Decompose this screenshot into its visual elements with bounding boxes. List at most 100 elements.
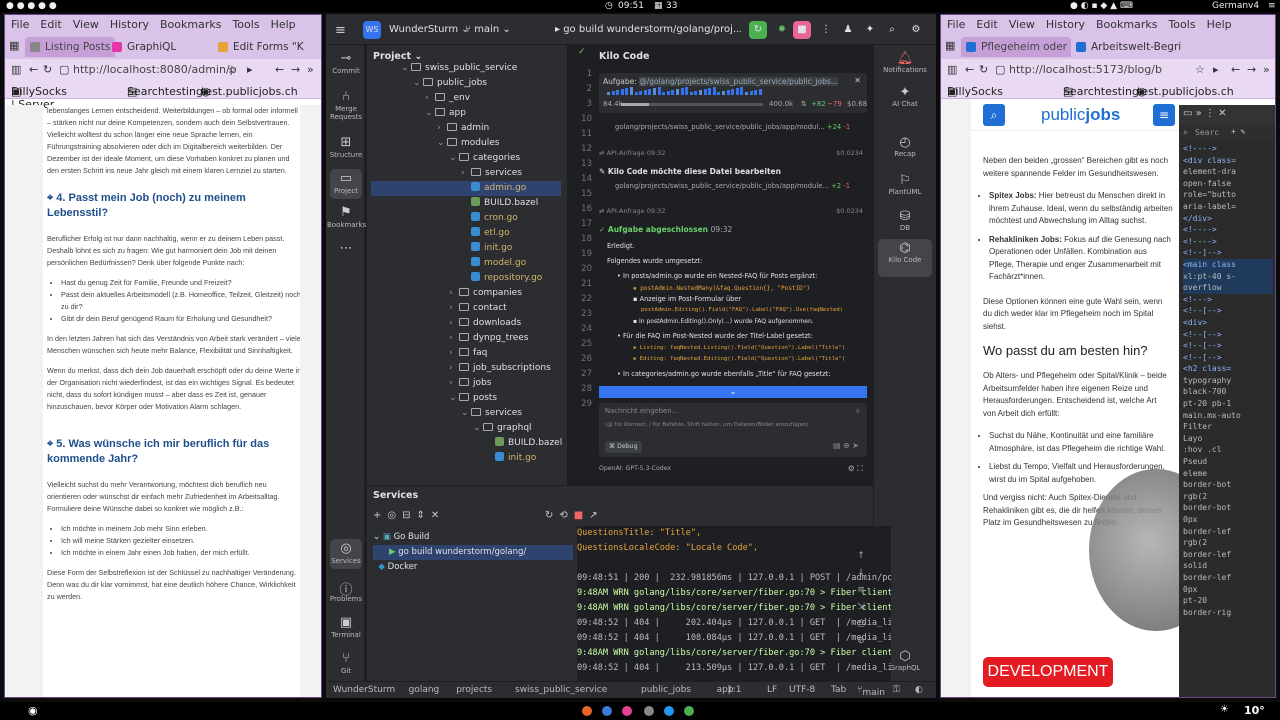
chevron-down-icon[interactable]: ⌄ [413,76,423,91]
dom-node[interactable]: <!--[--> [1183,329,1273,341]
tree-item-companies[interactable]: › companies [449,286,522,301]
chevron-down-icon[interactable]: ⌄ [425,106,435,121]
line-ending[interactable]: LF [767,685,777,695]
settings-gear-icon[interactable]: ⚙ [907,21,925,39]
menu-bookmarks[interactable]: Bookmarks [160,15,221,35]
dom-node[interactable]: border-lef [1183,549,1273,561]
chevron-right-icon[interactable]: › [449,301,459,316]
nav-back-icon[interactable]: ← [1231,63,1240,76]
reload-icon[interactable]: ↻ [43,63,52,76]
sidebar-problems[interactable]: ⓘ Problems [327,579,365,603]
tab-listing-posts[interactable]: Listing Posts - S [25,37,115,57]
chevron-down-icon[interactable]: ⌄ [473,421,483,436]
devtools-icons[interactable]: ▭ » ⋮ ✕ [1183,108,1226,120]
chevron-right-icon[interactable]: › [449,361,459,376]
tree-item-init-go[interactable]: init.go [485,451,536,466]
app-chat-icon[interactable] [664,706,674,716]
console-side-icons[interactable]: ↑ ↓ ≡ ⇲ ⎙ ⊘ [853,548,869,650]
back-icon[interactable]: ← [29,63,38,76]
dom-node[interactable]: <main class [1183,258,1273,271]
dom-node[interactable]: xl:pt-40 s- [1183,270,1273,283]
tree-item-init-go[interactable]: init.go [461,241,512,256]
page-info-icon[interactable]: ▢ [995,63,1005,76]
debug-icon[interactable]: ✹ [773,21,791,39]
tree-item-cron-go[interactable]: cron.go [461,211,518,226]
sidebar-terminal[interactable]: ▣ Terminal [327,615,365,639]
breadcrumb-swiss-public-service[interactable]: swiss_public_service [515,685,607,695]
breadcrumb-golang[interactable]: golang [409,685,440,695]
dom-node[interactable]: element-dra [1183,166,1273,178]
menu-bookmarks[interactable]: Bookmarks [1096,15,1157,35]
hamburger-icon[interactable]: ≡ [335,23,346,38]
file-diff-1[interactable]: golang/projects/swiss_public_service/pub… [615,123,865,131]
start-icon[interactable]: ◉ [28,704,38,717]
dom-node[interactable]: Layo [1183,433,1273,445]
chevron-right-icon[interactable]: › [449,376,459,391]
chevron-down-icon[interactable]: ⌄ [401,61,411,76]
overflow-icon[interactable]: » [307,63,314,76]
devtools-search[interactable]: ⌕ Searc + ✎ [1179,125,1275,141]
dom-node[interactable]: open-false [1183,178,1273,190]
dom-node[interactable]: <!----> [1183,224,1273,236]
tree-item--env[interactable]: › _env [425,91,470,106]
dom-node[interactable]: Filter [1183,421,1273,433]
tree-item-posts[interactable]: ⌄ posts [449,391,497,406]
bookmark-star-icon[interactable]: ☆ [1195,63,1205,76]
dom-node[interactable]: :hov .cl [1183,444,1273,456]
tree-item-app[interactable]: ⌄ app [425,106,466,121]
collab-icon[interactable]: ♟ [839,21,857,39]
dom-node[interactable]: <!----> [1183,143,1273,155]
menu-file[interactable]: File [11,15,29,35]
bookmark-star-icon[interactable]: ☆ [227,63,237,76]
dom-node[interactable]: border-lef [1183,572,1273,584]
tree-item-services[interactable]: › services [461,166,522,181]
left-url-field[interactable]: http://localhost:8080/admin/p [73,62,237,78]
keyboard-layout[interactable]: German [1212,0,1248,12]
stop-icon[interactable]: ■ [793,21,811,39]
tree-item-build-bazel[interactable]: BUILD.bazel [461,196,538,211]
chevron-right-icon[interactable]: › [461,166,471,181]
tree-item-jobs[interactable]: › jobs [449,376,491,391]
nav-back-icon[interactable]: ← [275,63,284,76]
chevron-right-icon[interactable]: › [449,346,459,361]
sidebar-db[interactable]: ⛁ DB [874,209,935,232]
search-icon[interactable]: ⌕ [983,104,1005,126]
breadcrumb-wundersturm[interactable]: WunderSturm [333,685,395,695]
tree-item-downloads[interactable]: › downloads [449,316,521,331]
console-toolbar-icons[interactable]: ↻⟲■↗ [545,510,604,521]
tree-item-model-go[interactable]: model.go [461,256,526,271]
chevron-right-icon[interactable]: › [449,331,459,346]
dom-node[interactable]: </div> [1183,213,1273,225]
tree-item-admin-go[interactable]: admin.go [371,181,561,196]
tab-list-icon[interactable]: ▦ [945,39,955,52]
console-output[interactable]: QuestionsTitle: "Title", QuestionsLocaleC… [577,526,891,682]
lock-icon[interactable]: ⚿ [893,685,900,695]
tab-graphiql[interactable]: GraphiQL [107,37,199,57]
tree-item-dynpg-trees[interactable]: › dynpg_trees [449,331,528,346]
sidebar-more[interactable]: ⋯ [327,241,365,257]
ai-icon[interactable]: ✦ [861,21,879,39]
menu-edit[interactable]: Edit [976,15,997,35]
tab-list-icon[interactable]: ▦ [9,39,19,52]
menu-view[interactable]: View [73,15,99,35]
menu-edit[interactable]: Edit [40,15,61,35]
dom-node[interactable]: eleme [1183,468,1273,480]
file-diff-2[interactable]: golang/projects/swiss_public_service/pub… [615,182,865,190]
dom-node[interactable]: black-700 [1183,386,1273,398]
chevron-right-icon[interactable]: › [449,316,459,331]
menu-view[interactable]: View [1009,15,1035,35]
dom-node[interactable]: border-bot [1183,479,1273,491]
menu-tools[interactable]: Tools [232,15,259,35]
back-icon[interactable]: ← [965,63,974,76]
sidebar-git[interactable]: ⑂ Git [327,651,365,675]
site-logo[interactable]: publicjobs [1041,105,1120,125]
service-go-build-run[interactable]: ▶ go build wunderstorm/golang/ [373,545,573,560]
chevron-down-icon[interactable]: ⌄ [461,406,471,421]
breadcrumb-public-jobs[interactable]: public_jobs [641,685,691,695]
enhance-icon[interactable]: ✧ [854,407,861,416]
sidebar-icon[interactable]: ▥ [11,63,21,76]
dom-node[interactable]: <div class= [1183,155,1273,167]
extension-icon[interactable]: ▸ [1213,63,1219,76]
sidebar-notifications[interactable]: 🔔︎ Notifications [874,51,935,74]
right-url-field[interactable]: http://localhost:5173/blog/b [1009,62,1162,78]
